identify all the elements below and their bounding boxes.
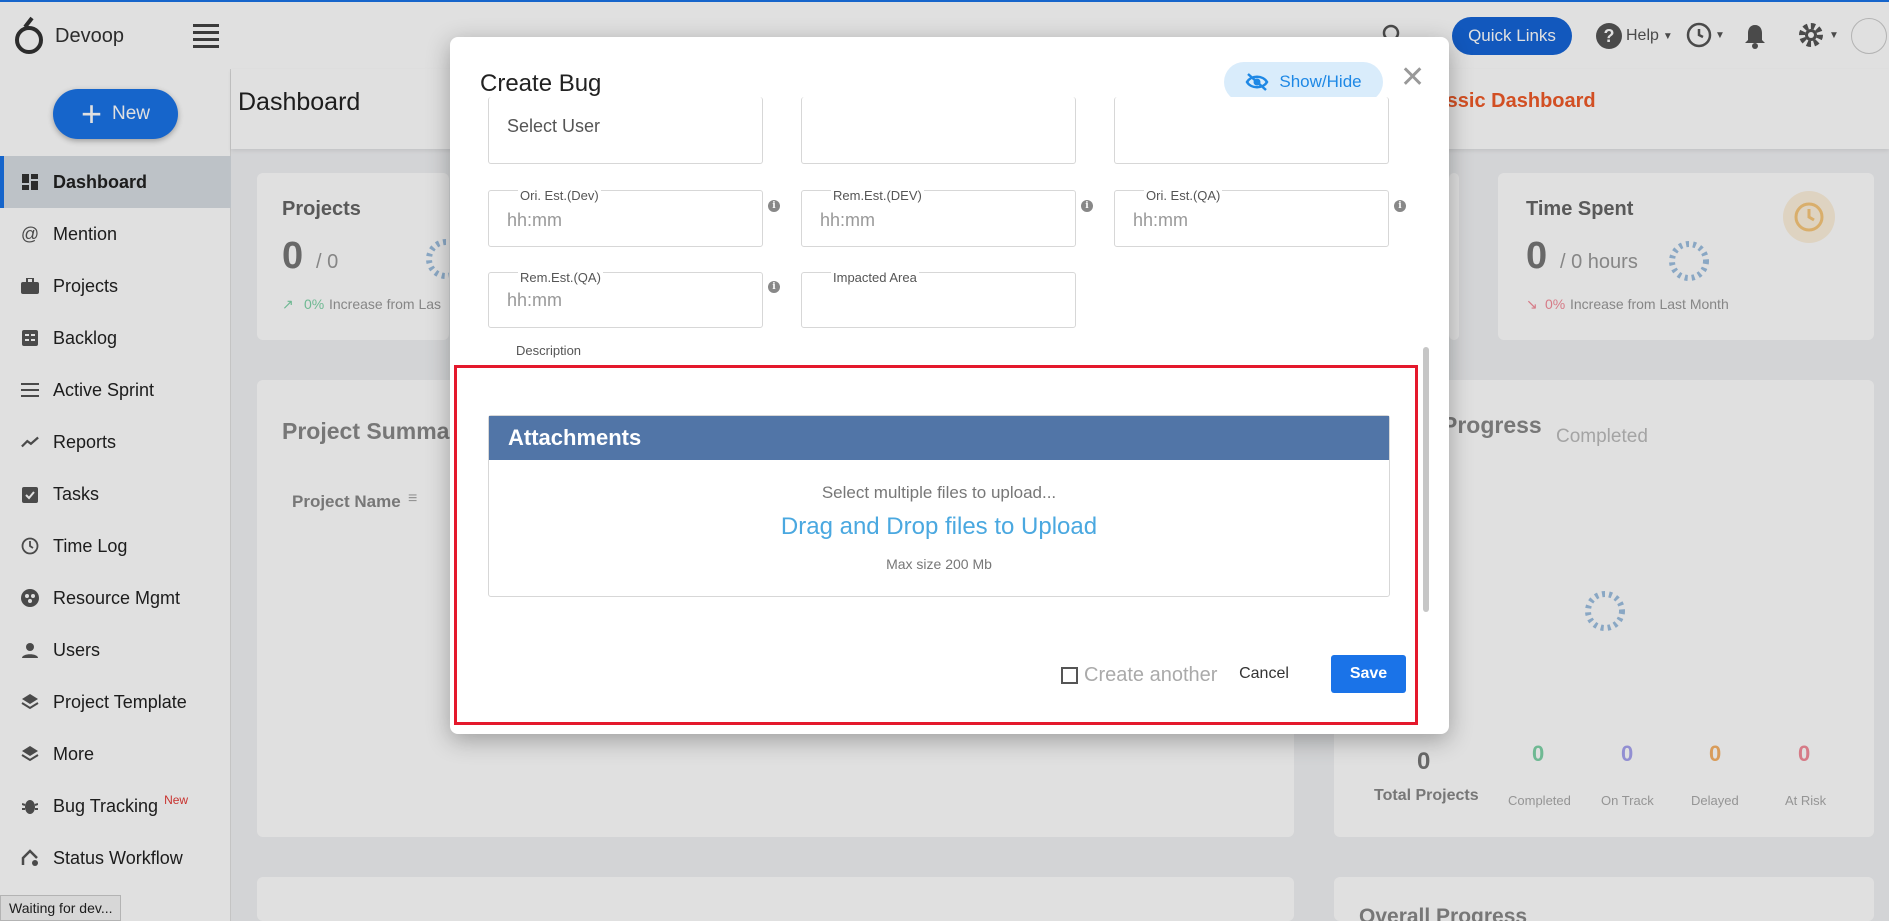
attachments-panel[interactable]: Attachments Select multiple files to upl… xyxy=(488,415,1390,597)
assignee-select[interactable]: Select User xyxy=(488,97,763,164)
close-icon[interactable]: ✕ xyxy=(1400,63,1425,93)
assignee-placeholder: Select User xyxy=(507,116,601,136)
rem-est-qa-label: Rem.Est.(QA) xyxy=(518,270,603,285)
field-row0-right[interactable] xyxy=(1114,97,1389,164)
cancel-button[interactable]: Cancel xyxy=(1229,655,1299,693)
ori-est-qa-placeholder: hh:mm xyxy=(1133,210,1189,230)
rem-est-qa-field[interactable]: Rem.Est.(QA) hh:mm xyxy=(488,270,763,328)
save-button[interactable]: Save xyxy=(1331,655,1406,693)
rem-est-qa-placeholder: hh:mm xyxy=(507,290,563,310)
info-icon[interactable]: i xyxy=(1081,200,1093,212)
info-icon[interactable]: i xyxy=(768,281,780,293)
scrollbar-thumb[interactable] xyxy=(1423,347,1429,612)
show-hide-label: Show/Hide xyxy=(1279,72,1362,91)
field-row0-middle[interactable] xyxy=(801,97,1076,164)
checkbox-icon[interactable] xyxy=(1061,667,1078,684)
upload-hint: Select multiple files to upload... xyxy=(821,483,1057,502)
ori-est-dev-field[interactable]: Ori. Est.(Dev) hh:mm xyxy=(488,188,763,247)
modal-title: Create Bug xyxy=(480,70,602,97)
drag-drop-upload-link[interactable]: Drag and Drop files to Upload xyxy=(489,513,1389,541)
attachments-title: Attachments xyxy=(489,416,1389,460)
impacted-area-label: Impacted Area xyxy=(831,270,919,285)
modal-scrollbar[interactable] xyxy=(1421,117,1429,617)
ori-est-dev-placeholder: hh:mm xyxy=(507,210,563,230)
rem-est-dev-label: Rem.Est.(DEV) xyxy=(831,188,924,203)
rem-est-dev-field[interactable]: Rem.Est.(DEV) hh:mm xyxy=(801,188,1076,247)
description-label: Description xyxy=(516,343,582,358)
ori-est-dev-label: Ori. Est.(Dev) xyxy=(518,188,601,203)
rem-est-dev-placeholder: hh:mm xyxy=(820,210,876,230)
eye-off-icon xyxy=(1245,73,1269,91)
show-hide-button[interactable]: Show/Hide xyxy=(1224,62,1383,102)
create-another-label: Create another xyxy=(1084,664,1218,686)
create-another-checkbox[interactable]: Create another xyxy=(1061,664,1217,687)
info-icon[interactable]: i xyxy=(1394,200,1406,212)
impacted-area-field[interactable]: Impacted Area xyxy=(801,270,1076,328)
ori-est-qa-field[interactable]: Ori. Est.(QA) hh:mm xyxy=(1114,188,1389,247)
max-size-note: Max size 200 Mb xyxy=(886,556,992,572)
ori-est-qa-label: Ori. Est.(QA) xyxy=(1144,188,1223,203)
info-icon[interactable]: i xyxy=(768,200,780,212)
